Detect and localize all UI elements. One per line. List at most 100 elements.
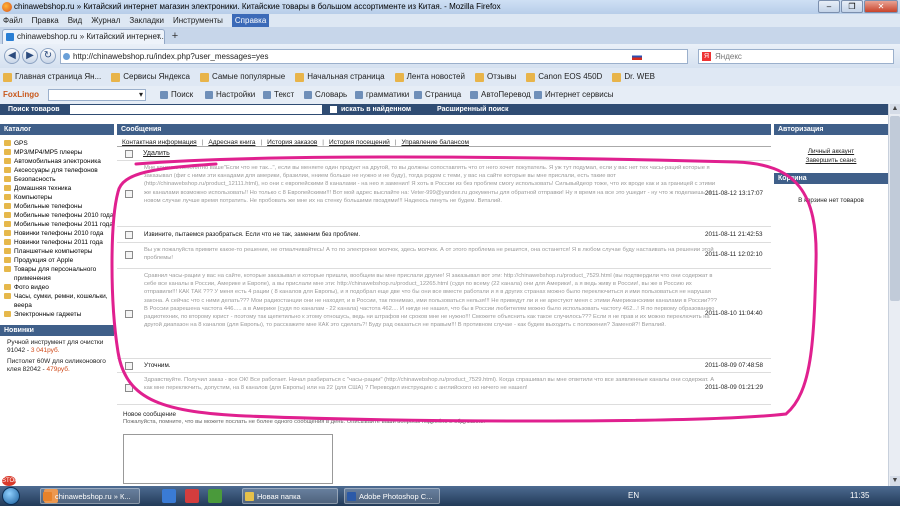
taskbar-task-firefox[interactable]: chinawebshop.ru » К...: [40, 488, 140, 504]
search-in-found-checkbox[interactable]: [330, 106, 337, 113]
scroll-down-icon[interactable]: ▼: [890, 476, 900, 486]
category-item[interactable]: Товары для персонального применения: [4, 265, 114, 283]
account-link[interactable]: Личный аккаунт: [774, 147, 888, 156]
bookmark-item[interactable]: Лента новостей: [394, 68, 465, 86]
category-item[interactable]: Мобильные телефоны 2010 года: [4, 211, 114, 220]
bookmark-icon: [111, 72, 121, 82]
ie-icon[interactable]: [162, 489, 176, 503]
menu-tools[interactable]: Инструменты: [173, 14, 223, 27]
tab-chinawebshop[interactable]: chinawebshop.ru » Китайский интернет... …: [2, 29, 165, 44]
forward-button[interactable]: ▶: [22, 48, 38, 64]
folder-icon: [4, 212, 11, 218]
tab-address-book[interactable]: Адресная книга: [208, 139, 255, 146]
new-tab-button[interactable]: +: [168, 30, 182, 43]
message-checkbox[interactable]: [125, 231, 133, 239]
tab-balance[interactable]: Управление балансом: [401, 139, 469, 146]
category-item[interactable]: Электронные гаджеты: [4, 310, 114, 319]
message-checkbox[interactable]: [125, 310, 133, 318]
logout-link[interactable]: Завершить сеанс: [774, 156, 888, 165]
scroll-thumb[interactable]: [890, 116, 900, 301]
clock[interactable]: 11:35: [850, 486, 869, 506]
bookmark-item[interactable]: Начальная страница: [295, 68, 385, 86]
maximize-button[interactable]: ❐: [841, 0, 863, 13]
menu-view[interactable]: Вид: [68, 14, 82, 27]
tab-visit-history[interactable]: История посещений: [329, 139, 390, 146]
folder-icon: [4, 149, 11, 155]
message-checkbox[interactable]: [125, 362, 133, 370]
taskbar: chinawebshop.ru » К... Новая папка Adobe…: [0, 486, 900, 506]
message-row: Мне конечно непонятно ваше"Если что не т…: [117, 161, 771, 227]
category-item[interactable]: Часы, сумки, ремни, кошельки, веера: [4, 292, 114, 310]
foxlingo-autotranslate[interactable]: АвтоПеревод: [470, 86, 531, 104]
page-scrollbar[interactable]: ▲ ▼: [888, 104, 900, 486]
url-bar[interactable]: http://chinawebshop.ru/index.php?user_me…: [60, 49, 688, 64]
menu-file[interactable]: Файл: [3, 14, 23, 27]
foxlingo-page[interactable]: Страница: [414, 86, 461, 104]
bookmark-item[interactable]: Canon EOS 450D: [526, 68, 602, 86]
media-icon[interactable]: [185, 489, 199, 503]
bookmark-item[interactable]: Сервисы Яндекса: [111, 68, 190, 86]
app-icon[interactable]: [208, 489, 222, 503]
news-item[interactable]: Пистолет 60W для силиконового клея 82042…: [0, 355, 114, 374]
message-checkbox[interactable]: [125, 384, 133, 392]
delete-link[interactable]: Удалить: [143, 150, 170, 157]
tab-close-icon[interactable]: ×: [156, 30, 161, 44]
reload-button[interactable]: ↻: [40, 48, 56, 64]
foxlingo-internet-services[interactable]: Интернет сервисы: [534, 86, 614, 104]
message-checkbox[interactable]: [125, 251, 133, 259]
category-item[interactable]: Безопасность: [4, 175, 114, 184]
bookmark-item[interactable]: Главная страница Ян...: [3, 68, 101, 86]
category-item[interactable]: Компьютеры: [4, 193, 114, 202]
category-item[interactable]: Мобильные телефоны 2011 года: [4, 220, 114, 229]
russia-flag-icon: [632, 53, 642, 60]
category-item[interactable]: Новинки телефоны 2010 года: [4, 229, 114, 238]
taskbar-task-photoshop[interactable]: Adobe Photoshop C...: [344, 488, 440, 504]
category-item[interactable]: GPS: [4, 139, 114, 148]
foxlingo-settings[interactable]: Настройки: [205, 86, 255, 104]
scroll-up-icon[interactable]: ▲: [890, 104, 900, 114]
category-item[interactable]: Домашняя техника: [4, 184, 114, 193]
close-button[interactable]: ✕: [864, 0, 898, 13]
bookmark-item[interactable]: Самые популярные: [199, 68, 285, 86]
menu-history[interactable]: Журнал: [91, 14, 120, 27]
foxlingo-text[interactable]: Текст: [263, 86, 294, 104]
window-controls: – ❐ ✕: [817, 0, 898, 13]
menu-help[interactable]: Справка: [231, 14, 270, 27]
foxlingo-grammar[interactable]: грамматики: [355, 86, 409, 104]
news-item[interactable]: Ручной инструмент для очистки 91042 - 3 …: [0, 336, 114, 355]
folder-icon: [245, 492, 254, 501]
tab-contact-info[interactable]: Контактная информация: [122, 139, 197, 146]
advanced-search-link[interactable]: Расширенный поиск: [437, 104, 509, 115]
folder-icon: [4, 176, 11, 182]
message-checkbox[interactable]: [125, 190, 133, 198]
category-item[interactable]: MP3/MP4/MP5 плееры: [4, 148, 114, 157]
language-indicator[interactable]: EN: [628, 486, 639, 506]
foxlingo-dictionary[interactable]: Словарь: [304, 86, 347, 104]
category-item[interactable]: Новинки телефоны 2011 года: [4, 238, 114, 247]
category-item[interactable]: Планшетные компьютеры: [4, 247, 114, 256]
new-message-textarea[interactable]: [123, 434, 333, 484]
category-item[interactable]: Аксессуары для телефонов: [4, 166, 114, 175]
navigation-bar: ◀ ▶ ↻ http://chinawebshop.ru/index.php?u…: [0, 44, 900, 68]
message-text: Мне конечно непонятно ваше"Если что не т…: [144, 165, 716, 204]
back-button[interactable]: ◀: [4, 48, 20, 64]
folder-icon: [4, 140, 11, 146]
start-button[interactable]: [2, 487, 20, 505]
category-item[interactable]: Мобильные телефоны: [4, 202, 114, 211]
select-all-checkbox[interactable]: [125, 150, 133, 158]
url-text: http://chinawebshop.ru/index.php?user_me…: [73, 52, 269, 61]
bookmark-item[interactable]: Отзывы: [474, 68, 516, 86]
minimize-button[interactable]: –: [818, 0, 840, 13]
menu-bookmarks[interactable]: Закладки: [129, 14, 164, 27]
bookmark-item[interactable]: Dr. WEB: [612, 68, 655, 86]
menu-edit[interactable]: Правка: [32, 14, 59, 27]
taskbar-task-folder[interactable]: Новая папка: [242, 488, 338, 504]
category-item[interactable]: Продукция от Apple: [4, 256, 114, 265]
search-input[interactable]: Я Яндекс: [698, 49, 894, 64]
foxlingo-search[interactable]: Поиск: [160, 86, 193, 104]
foxlingo-input[interactable]: [48, 86, 146, 104]
category-item[interactable]: Автомобильная электроника: [4, 157, 114, 166]
tab-order-history[interactable]: История заказов: [267, 139, 317, 146]
product-search-input[interactable]: [70, 105, 322, 114]
category-item[interactable]: Фото видео: [4, 283, 114, 292]
